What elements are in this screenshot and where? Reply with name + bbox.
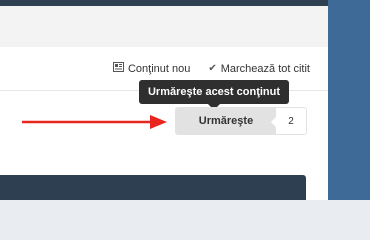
page-header-area — [0, 6, 328, 47]
follower-count-badge[interactable]: 2 — [271, 108, 306, 134]
follow-control: Urmăreşte 2 — [175, 107, 307, 135]
content-toolbar: Conţinut nou ✔ Marchează tot citit — [0, 62, 310, 75]
follow-button[interactable]: Urmăreşte — [176, 108, 276, 134]
unread-content-label: Conţinut nou — [127, 62, 191, 75]
mark-all-read-label: Marchează tot citit — [220, 62, 310, 75]
unread-content-link[interactable]: Conţinut nou — [112, 62, 191, 75]
content-block-header — [0, 175, 306, 200]
checkmark-icon: ✔ — [208, 62, 217, 74]
newspaper-icon — [112, 62, 124, 75]
follow-tooltip: Urmăreşte acest conţinut — [139, 80, 289, 104]
mark-all-read-link[interactable]: ✔ Marchează tot citit — [208, 63, 310, 75]
red-arrow-annotation — [22, 115, 167, 129]
page-side-strip — [328, 0, 370, 200]
